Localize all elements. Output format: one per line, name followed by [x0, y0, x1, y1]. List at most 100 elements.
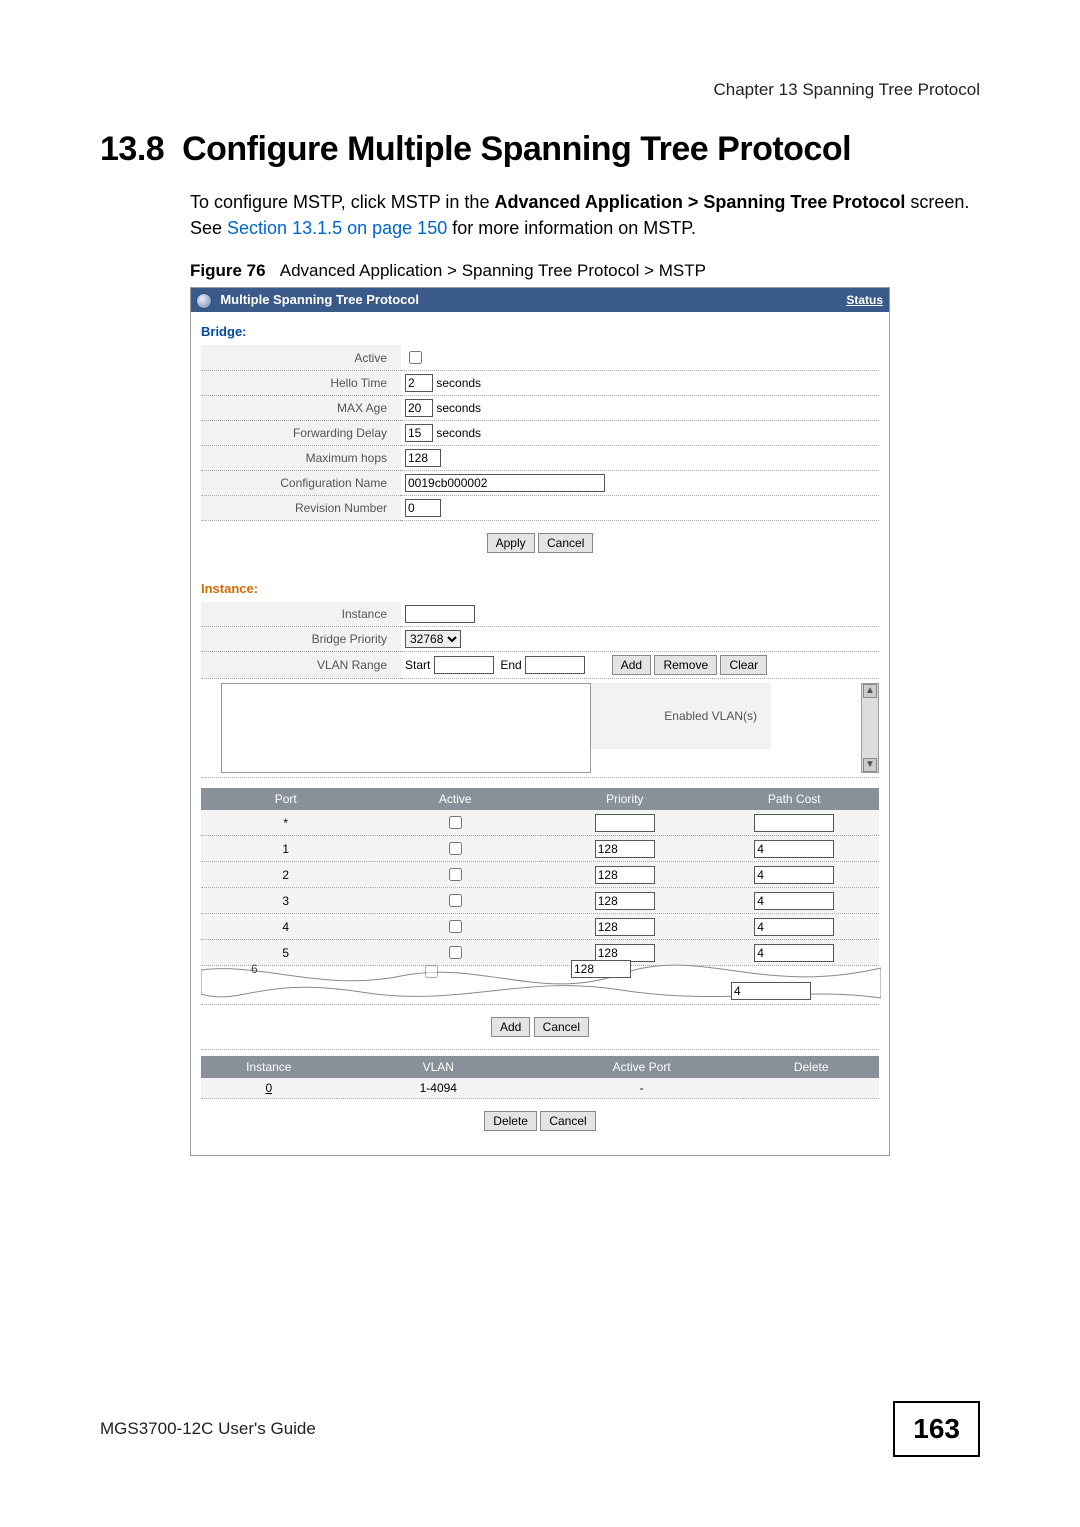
port-active-checkbox[interactable]: [449, 946, 462, 959]
port-pathcost-input[interactable]: [754, 840, 834, 858]
instance-form: Instance Bridge Priority 32768 VLAN Rang…: [201, 602, 879, 679]
section-title: 13.8 Configure Multiple Spanning Tree Pr…: [100, 130, 980, 169]
enabled-vlans-box[interactable]: [221, 683, 591, 773]
scroll-down-icon[interactable]: ▼: [863, 758, 877, 772]
config-name-input[interactable]: [405, 474, 605, 492]
vlan-end-input[interactable]: [525, 656, 585, 674]
intro-paragraph: To configure MSTP, click MSTP in the Adv…: [190, 189, 980, 241]
intro-post: for more information on MSTP.: [447, 218, 696, 238]
forwarding-delay-input[interactable]: [405, 424, 433, 442]
port-priority-input[interactable]: [571, 960, 631, 978]
port-pathcost-input[interactable]: [754, 866, 834, 884]
scroll-up-icon[interactable]: ▲: [863, 684, 877, 698]
instance-heading: Instance:: [201, 581, 879, 596]
summary-vlan: 1-4094: [337, 1078, 540, 1099]
summary-table: Instance VLAN Active Port Delete 0 1-409…: [201, 1056, 879, 1099]
page-footer: MGS3700-12C User's Guide 163: [100, 1401, 980, 1457]
max-hops-input[interactable]: [405, 449, 441, 467]
th-active-port: Active Port: [540, 1056, 743, 1078]
torn-edge: 6: [201, 962, 879, 1004]
bridge-form: Active Hello Time seconds MAX Age second…: [201, 345, 879, 521]
intro-pre: To configure MSTP, click MSTP in the: [190, 192, 494, 212]
enabled-vlans-scrollbar[interactable]: ▲ ▼: [861, 683, 879, 773]
label-config-name: Configuration Name: [201, 471, 401, 496]
th-instance: Instance: [201, 1056, 337, 1078]
hello-suffix: seconds: [436, 376, 481, 390]
label-bridge-priority: Bridge Priority: [201, 627, 401, 652]
instance-input[interactable]: [405, 605, 475, 623]
port-priority-input[interactable]: [595, 814, 655, 832]
table-row: 3: [201, 888, 879, 914]
port-pathcost-input[interactable]: [754, 944, 834, 962]
th-priority: Priority: [540, 788, 710, 810]
label-enabled-vlans: Enabled VLAN(s): [591, 683, 771, 749]
chapter-header: Chapter 13 Spanning Tree Protocol: [100, 80, 980, 100]
page-number: 163: [893, 1401, 980, 1457]
figure-label: Figure 76: [190, 261, 266, 280]
label-active: Active: [201, 345, 401, 371]
instance-cancel-button[interactable]: Cancel: [534, 1017, 589, 1037]
bridge-cancel-button[interactable]: Cancel: [538, 533, 593, 553]
vlan-add-button[interactable]: Add: [612, 655, 651, 675]
active-checkbox[interactable]: [409, 351, 422, 364]
vlan-start-input[interactable]: [434, 656, 494, 674]
table-row: 2: [201, 862, 879, 888]
revision-number-input[interactable]: [405, 499, 441, 517]
port-priority-input[interactable]: [595, 892, 655, 910]
titlebar-dot-icon: [197, 294, 211, 308]
summary-cancel-button[interactable]: Cancel: [540, 1111, 595, 1131]
label-instance: Instance: [201, 602, 401, 627]
vlan-clear-button[interactable]: Clear: [720, 655, 767, 675]
figure-caption: Figure 76 Advanced Application > Spannin…: [190, 261, 980, 281]
summary-active-port: -: [540, 1078, 743, 1099]
mstp-screenshot: Multiple Spanning Tree Protocol Status B…: [190, 287, 890, 1156]
bridge-heading: Bridge:: [201, 324, 879, 339]
table-row: 4: [201, 914, 879, 940]
figure-caption-text: Advanced Application > Spanning Tree Pro…: [280, 261, 706, 280]
section-heading: Configure Multiple Spanning Tree Protoco…: [182, 130, 851, 168]
th-active: Active: [371, 788, 541, 810]
hello-time-input[interactable]: [405, 374, 433, 392]
port-active-checkbox[interactable]: [449, 868, 462, 881]
port-pathcost-input[interactable]: [754, 918, 834, 936]
th-vlan: VLAN: [337, 1056, 540, 1078]
screenshot-titlebar: Multiple Spanning Tree Protocol Status: [191, 288, 889, 312]
intro-bold-path: Advanced Application > Spanning Tree Pro…: [494, 192, 905, 212]
port-pathcost-input[interactable]: [754, 814, 834, 832]
torn-port-6: 6: [251, 962, 258, 976]
label-revision-number: Revision Number: [201, 496, 401, 521]
bridge-priority-select[interactable]: 32768: [405, 630, 461, 648]
port-pathcost-input[interactable]: [731, 982, 811, 1000]
th-port: Port: [201, 788, 371, 810]
port-active-checkbox[interactable]: [449, 816, 462, 829]
label-max-age: MAX Age: [201, 396, 401, 421]
summary-delete-button[interactable]: Delete: [484, 1111, 537, 1131]
port-active-checkbox[interactable]: [449, 894, 462, 907]
instance-add-button[interactable]: Add: [491, 1017, 530, 1037]
fwd-suffix: seconds: [436, 426, 481, 440]
vlan-start-label: Start: [405, 658, 430, 672]
port-active-checkbox[interactable]: [425, 965, 438, 978]
maxage-suffix: seconds: [436, 401, 481, 415]
instance-link[interactable]: 0: [265, 1081, 272, 1095]
port-pathcost-input[interactable]: [754, 892, 834, 910]
vlan-remove-button[interactable]: Remove: [654, 655, 717, 675]
table-row: *: [201, 810, 879, 836]
port-priority-input[interactable]: [595, 918, 655, 936]
label-hello-time: Hello Time: [201, 371, 401, 396]
table-row: 1: [201, 836, 879, 862]
label-vlan-range: VLAN Range: [201, 652, 401, 679]
port-priority-input[interactable]: [595, 840, 655, 858]
port-active-checkbox[interactable]: [449, 920, 462, 933]
cross-reference-link[interactable]: Section 13.1.5 on page 150: [227, 218, 447, 238]
max-age-input[interactable]: [405, 399, 433, 417]
status-link[interactable]: Status: [846, 293, 883, 307]
bridge-apply-button[interactable]: Apply: [487, 533, 535, 553]
vlan-end-label: End: [500, 658, 521, 672]
th-pathcost: Path Cost: [710, 788, 880, 810]
label-max-hops: Maximum hops: [201, 446, 401, 471]
footer-left-text: MGS3700-12C User's Guide: [100, 1419, 316, 1439]
port-priority-input[interactable]: [595, 866, 655, 884]
port-priority-input[interactable]: [595, 944, 655, 962]
port-active-checkbox[interactable]: [449, 842, 462, 855]
